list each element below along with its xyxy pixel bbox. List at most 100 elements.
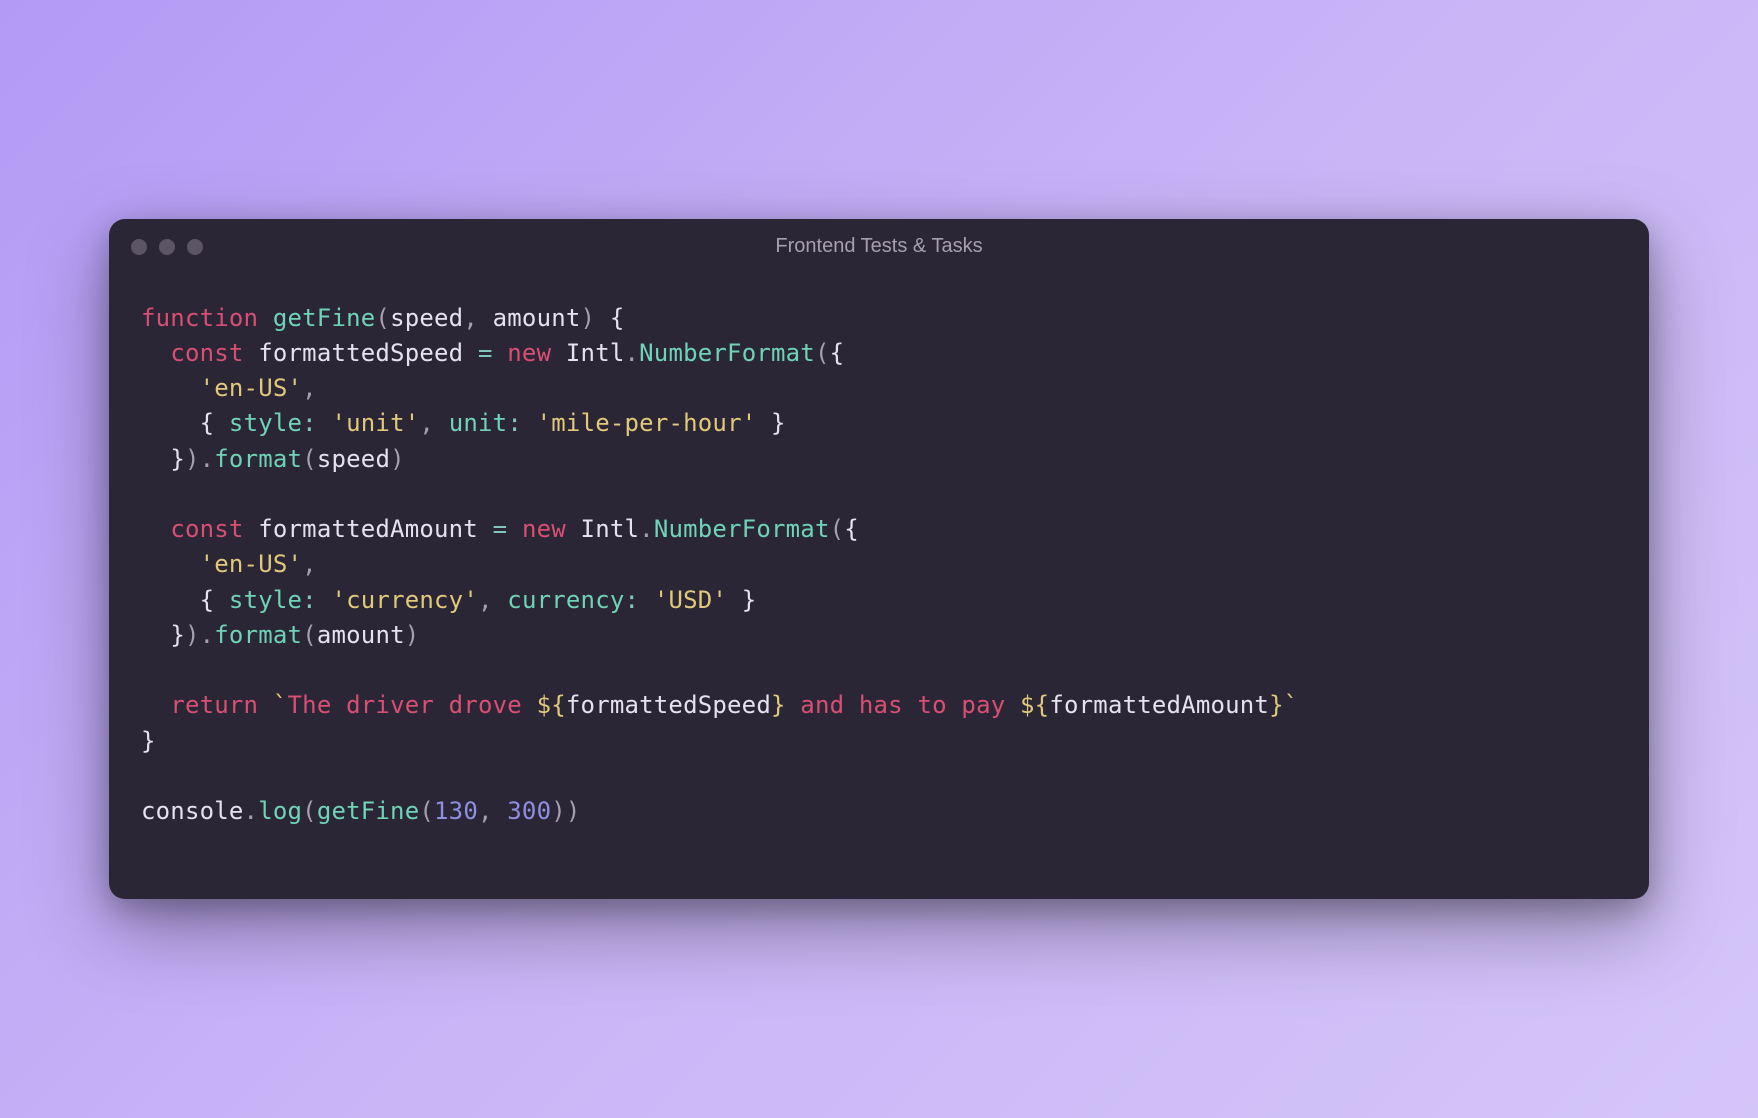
code-token: { (844, 515, 859, 543)
code-token: } (771, 409, 786, 437)
code-token (244, 339, 259, 367)
code-token: , (478, 797, 507, 825)
code-token: 'en-US' (200, 374, 303, 402)
code-token: ` (1284, 691, 1299, 719)
code-token: , (419, 409, 448, 437)
code-token: ( (302, 797, 317, 825)
code-token (551, 339, 566, 367)
code-token: style (229, 409, 302, 437)
code-token: style (229, 586, 302, 614)
code-token: ` (273, 691, 288, 719)
code-token: ). (185, 445, 214, 473)
code-token: ${ (537, 691, 566, 719)
code-token (317, 586, 332, 614)
code-token (214, 409, 229, 437)
code-token: ( (830, 515, 845, 543)
code-token: 130 (434, 797, 478, 825)
code-token: console (141, 797, 244, 825)
code-token: , (463, 304, 492, 332)
code-token: Intl (566, 339, 625, 367)
code-token: { (200, 409, 215, 437)
code-token (463, 339, 478, 367)
code-token: , (302, 550, 317, 578)
code-token (141, 586, 200, 614)
code-token: } (771, 691, 786, 719)
close-icon[interactable] (131, 239, 147, 255)
code-token: )) (551, 797, 580, 825)
code-token: 'en-US' (200, 550, 303, 578)
code-token (244, 515, 259, 543)
code-token (141, 691, 170, 719)
code-token: : (625, 586, 640, 614)
code-token: getFine (273, 304, 376, 332)
code-token: : (507, 409, 522, 437)
code-token (141, 621, 170, 649)
code-token (141, 515, 170, 543)
code-token: format (214, 445, 302, 473)
code-token: 300 (507, 797, 551, 825)
code-token: ) (390, 445, 405, 473)
code-token: function (141, 304, 258, 332)
code-window: Frontend Tests & Tasks function getFine(… (109, 219, 1649, 900)
code-token: } (742, 586, 757, 614)
code-token: ). (185, 621, 214, 649)
code-token: = (493, 515, 508, 543)
code-token (141, 445, 170, 473)
code-token (258, 304, 273, 332)
maximize-icon[interactable] (187, 239, 203, 255)
code-token: ( (302, 445, 317, 473)
code-token (478, 515, 493, 543)
code-token: . (625, 339, 640, 367)
code-token: : (302, 586, 317, 614)
code-token (141, 339, 170, 367)
code-token: ( (302, 621, 317, 649)
code-token: Intl (581, 515, 640, 543)
code-token (317, 409, 332, 437)
window-titlebar: Frontend Tests & Tasks (109, 219, 1649, 275)
code-token: NumberFormat (654, 515, 830, 543)
code-token: ( (815, 339, 830, 367)
code-token (522, 409, 537, 437)
code-token: 'currency' (331, 586, 478, 614)
code-token: ) (581, 304, 610, 332)
code-token: formattedAmount (1049, 691, 1269, 719)
traffic-lights (131, 239, 203, 255)
code-token: ( (375, 304, 390, 332)
code-token: amount (317, 621, 405, 649)
code-token (141, 374, 200, 402)
code-token: new (522, 515, 566, 543)
code-token (214, 586, 229, 614)
window-title: Frontend Tests & Tasks (775, 235, 982, 258)
code-token (639, 586, 654, 614)
minimize-icon[interactable] (159, 239, 175, 255)
code-token: const (170, 515, 243, 543)
code-token: formattedSpeed (258, 339, 463, 367)
code-token: 'unit' (331, 409, 419, 437)
code-token: log (258, 797, 302, 825)
code-token: getFine (317, 797, 420, 825)
code-token: { (610, 304, 625, 332)
code-token: ${ (1020, 691, 1049, 719)
code-token: format (214, 621, 302, 649)
code-token: , (302, 374, 317, 402)
code-token (493, 339, 508, 367)
code-token: } (1269, 691, 1284, 719)
code-token (507, 515, 522, 543)
code-token: The driver drove (288, 691, 537, 719)
code-token (141, 409, 200, 437)
code-token: { (200, 586, 215, 614)
code-token: = (478, 339, 493, 367)
code-token: currency (507, 586, 624, 614)
code-block: function getFine(speed, amount) { const … (109, 275, 1649, 900)
code-token: formattedSpeed (566, 691, 771, 719)
code-token: } (170, 621, 185, 649)
code-token: , (478, 586, 507, 614)
code-token: } (141, 727, 156, 755)
code-token: and has to pay (786, 691, 1020, 719)
code-token: { (830, 339, 845, 367)
code-token (258, 691, 273, 719)
code-token: NumberFormat (639, 339, 815, 367)
code-token (727, 586, 742, 614)
code-token (141, 550, 200, 578)
code-token (756, 409, 771, 437)
